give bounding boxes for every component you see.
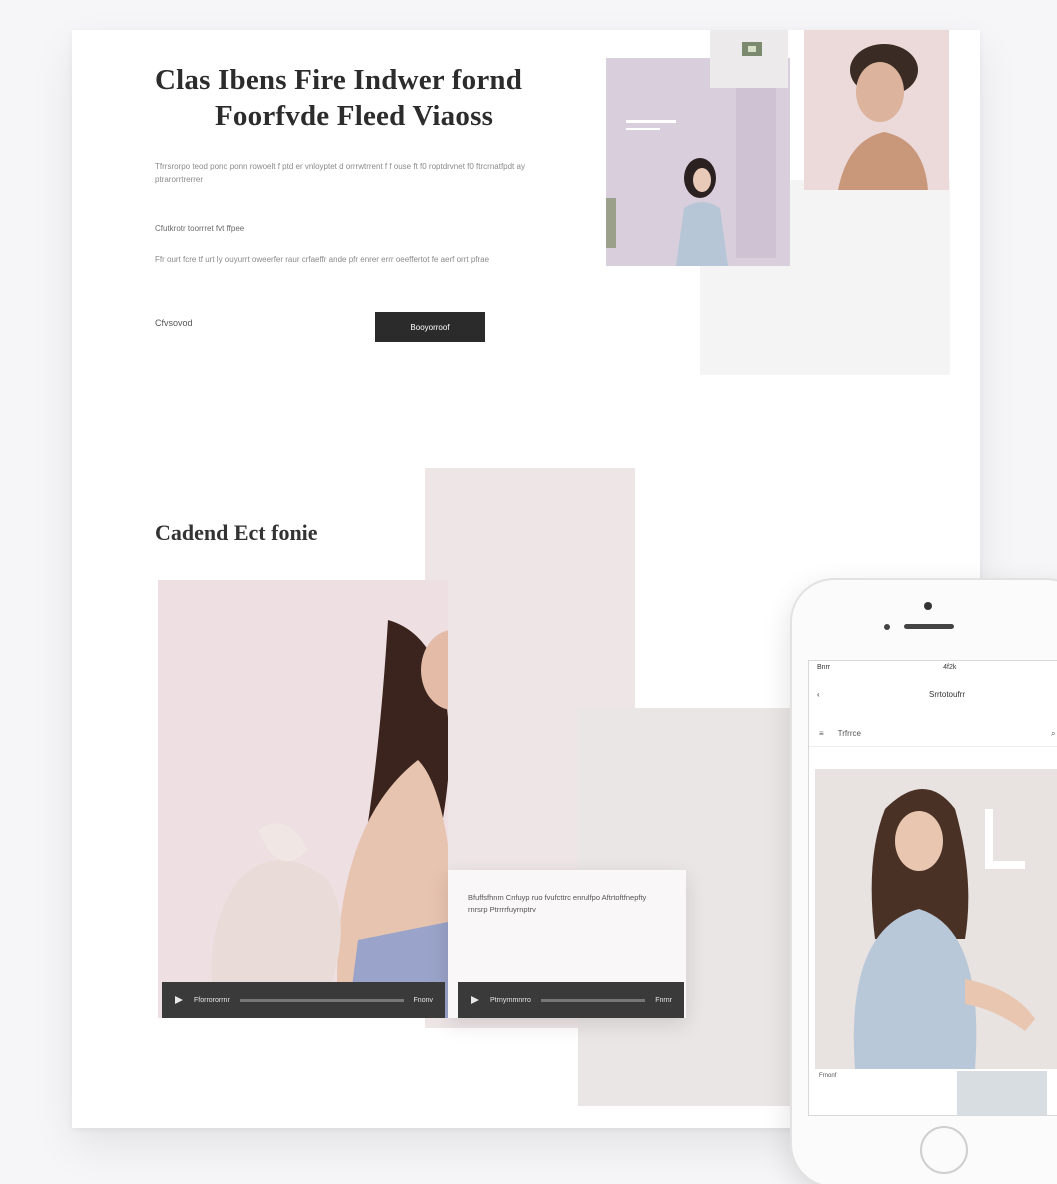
hero-photo-thumbnail (710, 30, 788, 88)
featured-section-title: Cadend Ect fonie (155, 520, 318, 545)
status-time: 4f2k (943, 664, 957, 671)
speaker-icon (904, 624, 954, 629)
progress-track[interactable] (239, 998, 404, 1002)
media-player-bar[interactable]: Fforrororrnr Fnonv (162, 982, 445, 1018)
menu-icon[interactable]: ≡ (819, 729, 824, 738)
hero-title-line-2: Foorfvde Fleed Viaoss (215, 100, 494, 132)
hero-subheading: Cfutkrotr toorrret fvt ffpee (155, 224, 245, 233)
hero-paragraph-2: Ffr ourt fcre tf urt ly ouyurrt oweerfer… (155, 255, 490, 264)
home-button[interactable] (920, 1126, 968, 1174)
featured-photo (158, 580, 448, 1018)
hero-title: Clas Ibens Fire Indwer fornd Foorfvde Fl… (155, 62, 555, 134)
search-label[interactable]: Trfrrce (838, 729, 861, 738)
media-end-label: Fnrnr (655, 996, 672, 1004)
media-label: Ptrnyrnmnrro (490, 996, 531, 1004)
phone-mockup: Bnrr 4f2k fnn ‹ Srrtotoufrr × ≡ Trfrrce … (790, 578, 1057, 1184)
play-icon[interactable] (470, 995, 480, 1005)
status-bar: Bnrr 4f2k fnn (809, 661, 1057, 677)
status-carrier: Bnrr (817, 664, 831, 671)
hero-photo-portrait (804, 30, 949, 190)
media-label: Fforrororrnr (194, 996, 230, 1004)
sensor-icon (884, 624, 890, 630)
progress-track[interactable] (540, 998, 646, 1002)
media-end-label: Fnonv (413, 996, 433, 1004)
phone-screen: Bnrr 4f2k fnn ‹ Srrtotoufrr × ≡ Trfrrce … (808, 660, 1057, 1116)
app-title: Srrtotoufrr (928, 689, 965, 699)
phone-caption: Frnonf (819, 1073, 837, 1079)
search-icon[interactable]: ⌕ (1051, 729, 1055, 739)
phone-thumbnail (957, 1071, 1047, 1115)
search-row[interactable]: ≡ Trfrrce ⌕ ▢ (809, 721, 1057, 747)
hero-photo-woman (606, 58, 790, 266)
media-player-bar[interactable]: Ptrnyrnmnrro Fnrnr (458, 982, 684, 1018)
hero-link[interactable]: Cfvsovod (155, 318, 193, 328)
cta-button[interactable]: Booyorroof (375, 312, 485, 342)
play-icon[interactable] (174, 995, 184, 1005)
app-header: ‹ Srrtotoufrr × (809, 679, 1057, 709)
feature-card-text: Bfuffsfhnm Cnfuyp ruo fvufcttrc enrulfpo… (468, 893, 647, 914)
hero-paragraph: Tfrrsrorpo teod ponc ponn rowoelt f ptd … (155, 162, 525, 184)
phone-hero-photo (815, 769, 1057, 1069)
camera-icon (924, 602, 932, 610)
hero-title-line-1: Clas Ibens Fire Indwer fornd (155, 64, 523, 96)
